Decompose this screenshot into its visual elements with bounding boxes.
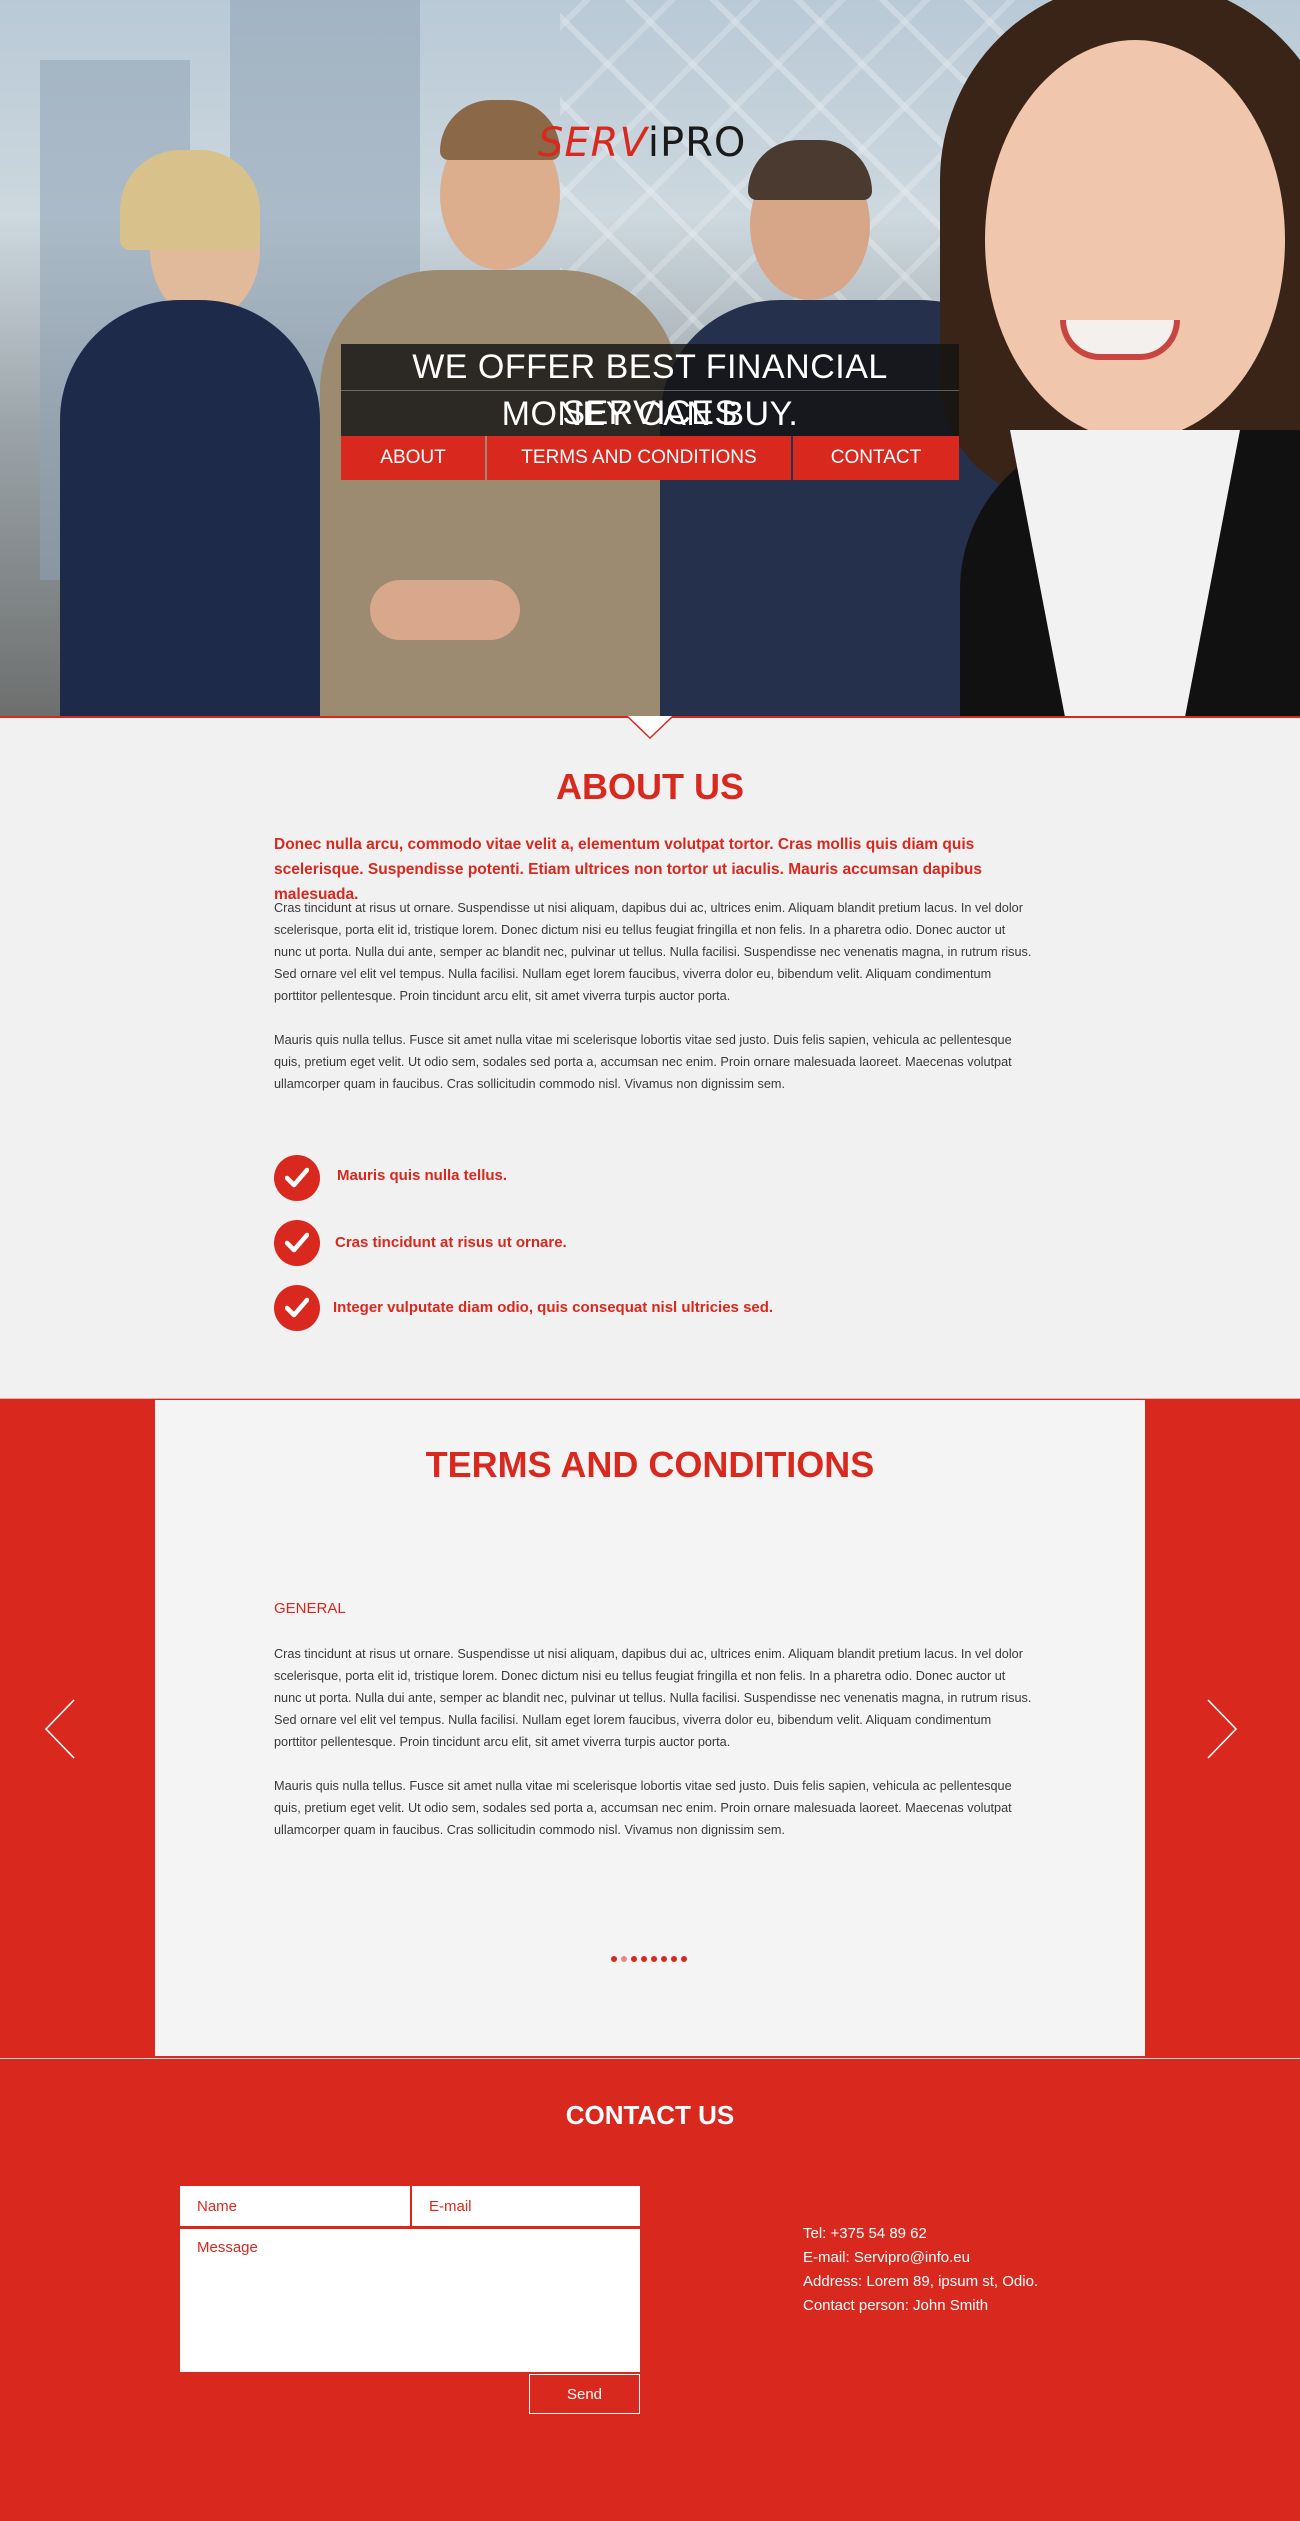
slider-dot[interactable] [611, 1956, 617, 1962]
terms-paragraph-1: Cras tincidunt at risus ut ornare. Suspe… [274, 1647, 1032, 1749]
main-nav: ABOUT TERMS AND CONDITIONS CONTACT [341, 436, 959, 480]
check-item-label: Integer vulputate diam odio, quis conseq… [333, 1299, 774, 1316]
slider-dot[interactable] [671, 1956, 677, 1962]
terms-paragraph-2: Mauris quis nulla tellus. Fusce sit amet… [274, 1779, 1012, 1837]
section-notch [628, 716, 672, 740]
slider-dot[interactable] [661, 1956, 667, 1962]
slider-dot[interactable] [631, 1956, 637, 1962]
contact-divider [0, 2058, 1300, 2059]
about-paragraph-2: Mauris quis nulla tellus. Fusce sit amet… [274, 1033, 1012, 1091]
contact-title: CONTACT US [565, 2100, 735, 2130]
slider-dot[interactable] [651, 1956, 657, 1962]
nav-contact-link[interactable]: CONTACT [793, 436, 959, 480]
contact-person: Contact person: John Smith [803, 2297, 989, 2314]
slider-dot[interactable] [681, 1956, 687, 1962]
hero-tagline: WE OFFER BEST FINANCIAL SERVICES MONEY C… [341, 344, 959, 436]
slider-dot[interactable] [621, 1956, 627, 1962]
contact-address: Address: Lorem 89, ipsum st, Odio. [803, 2273, 1039, 2290]
check-item-label: Mauris quis nulla tellus. [337, 1167, 508, 1184]
contact-info: Tel: +375 54 89 62 E-mail: Servipro@info… [803, 2222, 1038, 2318]
nav-about-link[interactable]: ABOUT [341, 436, 485, 480]
terms-divider [0, 1398, 1300, 1399]
about-paragraph-1: Cras tincidunt at risus ut ornare. Suspe… [274, 901, 1032, 1003]
slider-next-arrow-icon[interactable] [1206, 1698, 1238, 1760]
name-field[interactable] [180, 2186, 410, 2226]
nav-terms-link[interactable]: TERMS AND CONDITIONS [487, 436, 791, 480]
slider-dot[interactable] [641, 1956, 647, 1962]
check-icon [274, 1155, 320, 1201]
email-field[interactable] [412, 2186, 640, 2226]
handshake [370, 580, 520, 640]
site-logo[interactable]: SERV iPRO [538, 118, 768, 168]
check-icon [274, 1220, 320, 1266]
contact-phone: Tel: +375 54 89 62 [803, 2225, 927, 2242]
logo-part-ipro: iPRO [647, 120, 747, 166]
terms-title: TERMS AND CONDITIONS [425, 1444, 875, 1485]
tagline-line-1: WE OFFER BEST FINANCIAL SERVICES [341, 344, 959, 432]
hero-banner: SERViPRO WE OFFER BEST FINANCIAL SERVICE… [0, 0, 1300, 718]
slider-pagination [611, 1956, 687, 1962]
terms-subtitle: GENERAL [274, 1600, 346, 1617]
contact-email: E-mail: Servipro@info.eu [803, 2249, 970, 2266]
check-icon [274, 1285, 320, 1331]
tagline-line-2: MONEY CAN BUY. [341, 390, 959, 436]
slider-prev-arrow-icon[interactable] [44, 1698, 76, 1760]
about-lead: Donec nulla arcu, commodo vitae velit a,… [274, 836, 983, 903]
send-button[interactable]: Send [529, 2374, 640, 2414]
check-item-label: Cras tincidunt at risus ut ornare. [335, 1234, 567, 1251]
about-title: ABOUT US [556, 766, 744, 807]
message-field[interactable] [180, 2229, 640, 2372]
logo-part-serv: SERV [538, 120, 648, 166]
